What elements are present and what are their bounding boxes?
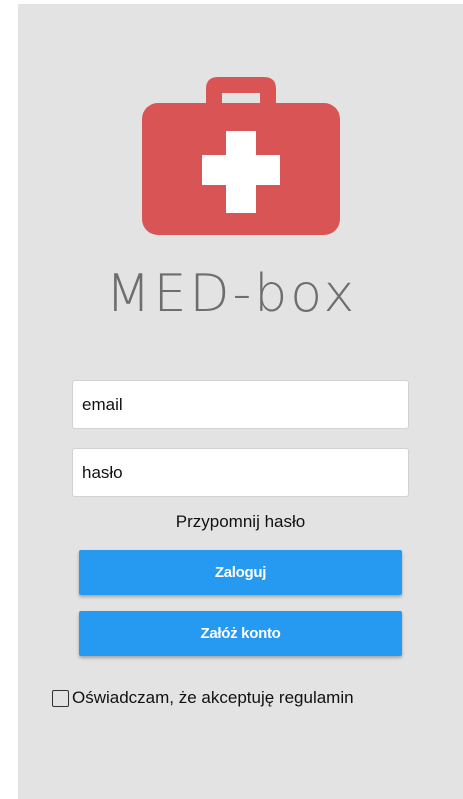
terms-checkbox[interactable] bbox=[52, 689, 69, 707]
medical-kit-icon bbox=[142, 77, 340, 235]
register-button[interactable]: Załóż konto bbox=[79, 611, 402, 656]
forgot-password-link[interactable]: Przypomnij hasło bbox=[0, 512, 463, 532]
terms-label: Oświadczam, że akceptuję regulamin bbox=[72, 688, 354, 707]
terms-consent[interactable]: Oświadczam, że akceptuję regulamin bbox=[52, 688, 354, 708]
app-logo-text: MED-box bbox=[105, 264, 358, 324]
login-button[interactable]: Zaloguj bbox=[79, 550, 402, 595]
email-input[interactable] bbox=[72, 380, 409, 429]
password-input[interactable] bbox=[72, 448, 409, 497]
